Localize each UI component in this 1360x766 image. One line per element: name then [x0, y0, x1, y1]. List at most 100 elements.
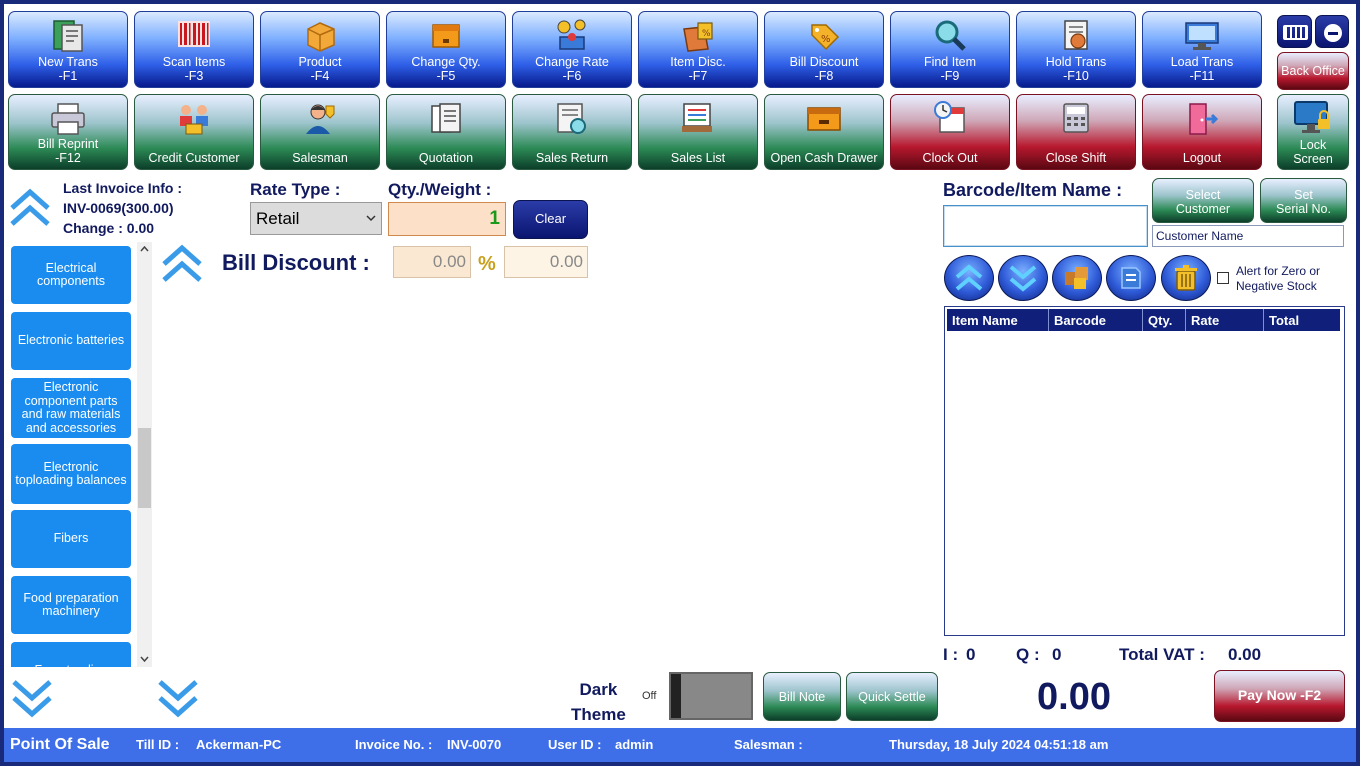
toolbar-button-close-shift[interactable]: Close Shift: [1016, 94, 1136, 170]
toolbar-button-label: Hold Trans -F10: [1045, 55, 1107, 83]
total-vat-label: Total VAT :: [1119, 645, 1205, 664]
change-qty-icon: [432, 24, 460, 48]
toolbar-button-clock-out[interactable]: Clock Out: [890, 94, 1010, 170]
toolbar-button-quotation[interactable]: Quotation: [386, 94, 506, 170]
category-button[interactable]: Electrical components: [11, 246, 131, 304]
category-button[interactable]: Fibers: [11, 510, 131, 568]
bill-discount-percent-input[interactable]: 0.00: [504, 246, 588, 278]
rate-type-select[interactable]: Retail: [250, 202, 382, 235]
toolbar-button-product-box[interactable]: Product -F4: [260, 11, 380, 88]
alert-zero-stock-label: Alert for Zero or Negative Stock: [1236, 264, 1321, 293]
category-scroll-down-icon[interactable]: [10, 674, 54, 722]
toolbar-button-label: Change Rate -F6: [535, 55, 609, 83]
items-table[interactable]: Item Name Barcode Qty. Rate Total: [944, 306, 1345, 636]
alert-zero-stock-checkbox[interactable]: [1217, 272, 1229, 284]
quick-settle-button[interactable]: Quick Settle: [846, 672, 938, 721]
toolbar-button-find-item[interactable]: Find Item -F9: [890, 11, 1010, 88]
col-total[interactable]: Total: [1264, 309, 1340, 331]
bill-discount-icon: %: [811, 24, 840, 51]
logout-icon-wrap: [1143, 100, 1261, 138]
col-rate[interactable]: Rate: [1186, 309, 1264, 331]
pay-now-button[interactable]: Pay Now -F2: [1214, 670, 1345, 722]
customer-name-field[interactable]: Customer Name: [1152, 225, 1344, 247]
toolbar-button-label: Bill Discount -F8: [789, 55, 859, 83]
lock-screen-button[interactable]: Lock Screen: [1277, 94, 1349, 170]
salesman-icon: [306, 104, 335, 134]
products-scroll-down-icon[interactable]: [156, 674, 200, 722]
credit-customer-icon-wrap: [135, 100, 253, 138]
toolbar-button-credit-customer[interactable]: Credit Customer: [134, 94, 254, 170]
grand-total: 0.00: [1037, 676, 1111, 718]
load-trans-icon-wrap: [1143, 17, 1261, 55]
col-item-name[interactable]: Item Name: [947, 309, 1049, 331]
printer-icon-wrap: [9, 100, 127, 138]
category-scrollbar[interactable]: [137, 242, 152, 667]
item-count-value: 0: [966, 645, 976, 664]
category-button[interactable]: Food preparation machinery: [11, 576, 131, 634]
toolbar-button-cash-drawer[interactable]: Open Cash Drawer: [764, 94, 884, 170]
last-invoice-number: INV-0069(300.00): [63, 200, 174, 216]
salesman-label: Salesman :: [734, 737, 803, 752]
bill-note-button[interactable]: Bill Note: [763, 672, 841, 721]
toolbar-button-change-rate[interactable]: Change Rate -F6: [512, 11, 632, 88]
minimize-button[interactable]: [1315, 15, 1349, 48]
clock-out-icon: [934, 101, 965, 133]
item-disc-icon: %: [683, 22, 713, 52]
category-button[interactable]: Freestanding: [11, 642, 131, 667]
category-button[interactable]: Electronic batteries: [11, 312, 131, 370]
find-item-icon-wrap: [891, 17, 1009, 55]
category-scrollbar-thumb[interactable]: [138, 428, 151, 508]
toolbar-button-bill-discount[interactable]: % Bill Discount -F8: [764, 11, 884, 88]
till-id-value: Ackerman-PC: [196, 737, 282, 752]
toolbar-button-new-trans[interactable]: New Trans -F1: [8, 11, 128, 88]
back-office-button[interactable]: Back Office: [1277, 52, 1349, 90]
keyboard-button[interactable]: [1277, 15, 1312, 48]
barcode-icon: [178, 21, 210, 47]
move-up-button[interactable]: [944, 255, 994, 301]
col-barcode[interactable]: Barcode: [1049, 309, 1143, 331]
toolbar-button-change-qty[interactable]: Change Qty. -F5: [386, 11, 506, 88]
find-item-icon: [935, 20, 966, 51]
move-down-button[interactable]: [998, 255, 1048, 301]
toolbar-button-hold-trans[interactable]: Hold Trans -F10: [1016, 11, 1136, 88]
bill-discount-amount-input[interactable]: 0.00: [393, 246, 471, 278]
scroll-arrow-up-icon[interactable]: [140, 245, 149, 252]
invoice-no-value: INV-0070: [447, 737, 502, 752]
toolbar-button-sales-return[interactable]: Sales Return: [512, 94, 632, 170]
bill-discount-expand-icon[interactable]: [160, 242, 204, 290]
clear-button[interactable]: Clear: [513, 200, 588, 239]
select-customer-button[interactable]: Select Customer: [1152, 178, 1254, 223]
toolbar-button-printer[interactable]: Bill Reprint -F12: [8, 94, 128, 170]
delete-item-button[interactable]: [1161, 255, 1211, 301]
item-info-button[interactable]: [1106, 255, 1156, 301]
toolbar-button-label: Salesman: [292, 151, 348, 165]
toolbar-button-sales-list[interactable]: Sales List: [638, 94, 758, 170]
scroll-arrow-down-icon[interactable]: [140, 656, 149, 663]
set-serial-button[interactable]: Set Serial No.: [1260, 178, 1347, 223]
new-trans-icon: [53, 20, 83, 52]
qty-weight-input[interactable]: 1: [388, 202, 506, 236]
select-customer-label: Select Customer: [1175, 188, 1231, 216]
toolbar-button-logout[interactable]: Logout: [1142, 94, 1262, 170]
close-shift-icon: [1063, 103, 1089, 133]
toolbar-button-item-disc[interactable]: % Item Disc. -F7: [638, 11, 758, 88]
bill-discount-label: Bill Discount :: [222, 250, 370, 275]
category-button[interactable]: Electronic toploading balances: [11, 444, 131, 504]
last-invoice-change: Change : 0.00: [63, 220, 155, 236]
toolbar-button-barcode[interactable]: Scan Items -F3: [134, 11, 254, 88]
printer-icon: [51, 103, 85, 135]
item-count-label: I :: [943, 645, 959, 664]
quick-settle-label: Quick Settle: [858, 690, 926, 704]
barcode-input[interactable]: [943, 205, 1148, 247]
double-chevron-up-icon: [955, 264, 983, 291]
category-button[interactable]: Electronic component parts and raw mater…: [11, 378, 131, 438]
toolbar-button-label: Find Item -F9: [923, 55, 977, 83]
scroll-up-icon[interactable]: [8, 184, 52, 232]
salesman-icon-wrap: [261, 100, 379, 138]
toolbar-button-load-trans[interactable]: Load Trans -F11: [1142, 11, 1262, 88]
barcode-icon-wrap: [135, 17, 253, 55]
dark-theme-toggle[interactable]: [669, 672, 753, 720]
stock-button[interactable]: [1052, 255, 1102, 301]
col-qty[interactable]: Qty.: [1143, 309, 1186, 331]
toolbar-button-salesman[interactable]: Salesman: [260, 94, 380, 170]
